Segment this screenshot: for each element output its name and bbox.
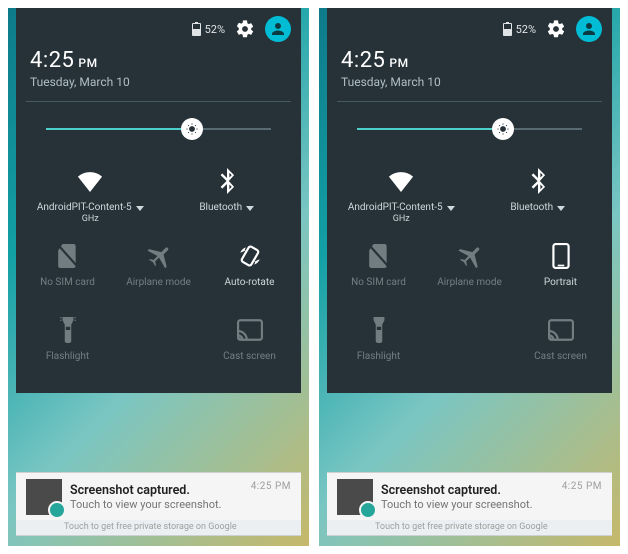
bluetooth-icon xyxy=(530,168,546,194)
cast-icon xyxy=(237,319,263,341)
notification-desc: Touch to view your screenshot. xyxy=(381,498,554,511)
flashlight-icon xyxy=(60,317,76,343)
bluetooth-tile[interactable]: Bluetooth xyxy=(470,160,607,235)
quick-tiles-row-1: AndroidPIT-Content-5 GHz Bluetooth xyxy=(327,160,612,235)
clock-date: Tuesday, March 10 xyxy=(30,75,287,89)
notification-time: 4:25 PM xyxy=(251,481,291,492)
brightness-fill xyxy=(357,128,503,130)
status-bar: 52% xyxy=(16,8,301,46)
phone-screenshot-right: 52% 4:25 PM Tuesday, March 10 xyxy=(319,8,620,546)
rotation-tile[interactable]: Portrait xyxy=(515,235,606,309)
battery-percent: 52% xyxy=(205,23,225,36)
portrait-lock-icon xyxy=(552,243,570,269)
divider xyxy=(337,101,602,102)
rotation-tile[interactable]: Auto-rotate xyxy=(204,235,295,309)
clock-time: 4:25 PM xyxy=(341,48,409,73)
cast-tile[interactable]: Cast screen xyxy=(204,309,295,383)
battery-status: 52% xyxy=(192,22,225,36)
notification-desc: Touch to view your screenshot. xyxy=(70,498,243,511)
no-sim-icon xyxy=(369,244,389,268)
settings-icon[interactable] xyxy=(235,19,255,39)
quick-tiles-row-3: Flashlight Cast screen xyxy=(327,309,612,383)
airplane-icon xyxy=(146,244,172,268)
notification-shade: 52% 4:25 PM Tuesday, March 10 xyxy=(327,8,612,393)
screenshot-notification[interactable]: Screenshot captured. Touch to view your … xyxy=(16,472,301,521)
brightness-icon xyxy=(496,122,510,136)
phone-screenshot-left: 52% 4:25 PM Tuesday, March 10 xyxy=(8,8,309,546)
battery-percent: 52% xyxy=(516,23,536,36)
caret-down-icon xyxy=(557,206,565,211)
brightness-slider[interactable] xyxy=(46,116,271,142)
bluetooth-tile[interactable]: Bluetooth xyxy=(159,160,296,235)
quick-tiles-row-2: No SIM card Airplane mode Auto-rotate xyxy=(16,235,301,309)
airplane-tile[interactable]: Airplane mode xyxy=(113,235,204,309)
status-bar: 52% xyxy=(327,8,612,46)
notification-title: Screenshot captured. xyxy=(381,483,554,498)
clock-time: 4:25 PM xyxy=(30,48,98,73)
wifi-tile[interactable]: AndroidPIT-Content-5 GHz xyxy=(333,160,470,235)
bluetooth-icon xyxy=(219,168,235,194)
airplane-tile[interactable]: Airplane mode xyxy=(424,235,515,309)
profile-avatar-icon[interactable] xyxy=(576,16,602,42)
notification-shade: 52% 4:25 PM Tuesday, March 10 xyxy=(16,8,301,393)
screenshot-notification[interactable]: Screenshot captured. Touch to view your … xyxy=(327,472,612,521)
clock-date: Tuesday, March 10 xyxy=(341,75,598,89)
caret-down-icon xyxy=(246,206,254,211)
flashlight-tile[interactable]: Flashlight xyxy=(22,309,113,383)
settings-icon[interactable] xyxy=(546,19,566,39)
quick-tiles-row-3: Flashlight Cast screen xyxy=(16,309,301,383)
wifi-icon xyxy=(76,170,104,192)
profile-avatar-icon[interactable] xyxy=(265,16,291,42)
notification-thumbnail-icon xyxy=(26,479,62,515)
airplane-icon xyxy=(457,244,483,268)
auto-rotate-icon xyxy=(237,243,263,269)
no-sim-icon xyxy=(58,244,78,268)
caret-down-icon xyxy=(447,206,455,211)
wifi-tile[interactable]: AndroidPIT-Content-5 GHz xyxy=(22,160,159,235)
brightness-icon xyxy=(185,122,199,136)
cast-tile[interactable]: Cast screen xyxy=(515,309,606,383)
flashlight-tile[interactable]: Flashlight xyxy=(333,309,424,383)
brightness-thumb[interactable] xyxy=(492,118,514,140)
notification-time: 4:25 PM xyxy=(562,481,602,492)
quick-tiles-row-1: AndroidPIT-Content-5 GHz Bluetooth xyxy=(16,160,301,235)
cast-icon xyxy=(548,319,574,341)
battery-status: 52% xyxy=(503,22,536,36)
quick-tiles-row-2: No SIM card Airplane mode Portrait xyxy=(327,235,612,309)
battery-icon xyxy=(192,22,201,36)
wifi-icon xyxy=(387,170,415,192)
brightness-slider[interactable] xyxy=(357,116,582,142)
notification-peek[interactable]: Touch to get free private storage on Goo… xyxy=(327,520,612,536)
brightness-thumb[interactable] xyxy=(181,118,203,140)
sim-tile[interactable]: No SIM card xyxy=(333,235,424,309)
brightness-fill xyxy=(46,128,192,130)
flashlight-icon xyxy=(371,317,387,343)
sim-tile[interactable]: No SIM card xyxy=(22,235,113,309)
caret-down-icon xyxy=(136,206,144,211)
notification-thumbnail-icon xyxy=(337,479,373,515)
divider xyxy=(26,101,291,102)
notification-peek[interactable]: Touch to get free private storage on Goo… xyxy=(16,520,301,536)
notification-title: Screenshot captured. xyxy=(70,483,243,498)
battery-icon xyxy=(503,22,512,36)
